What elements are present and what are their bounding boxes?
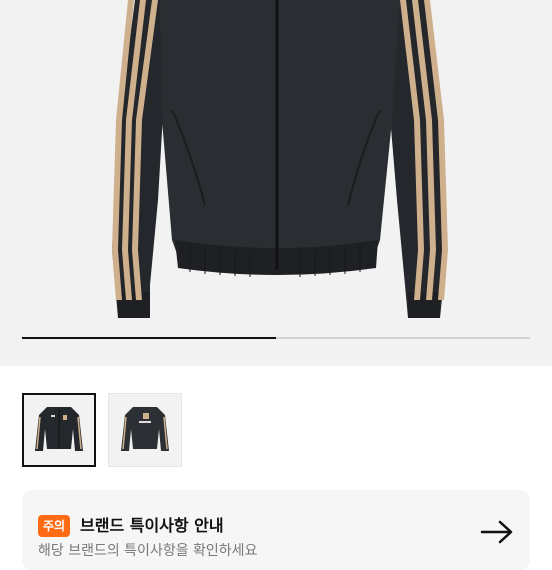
arrow-right-icon[interactable] xyxy=(480,520,514,544)
jacket-image xyxy=(112,0,448,318)
thumbnail-strip xyxy=(22,393,182,469)
carousel-progress xyxy=(22,337,530,339)
notice-title: 브랜드 특이사항 안내 xyxy=(80,516,224,535)
brand-notice-banner[interactable]: 주의 브랜드 특이사항 안내 해당 브랜드의 특이사항을 확인하세요 xyxy=(22,490,530,570)
product-image-area[interactable] xyxy=(0,0,552,366)
caution-badge: 주의 xyxy=(38,515,71,537)
jacket-back-thumbnail xyxy=(121,407,169,451)
notice-subtitle: 해당 브랜드의 특이사항을 확인하세요 xyxy=(38,543,258,559)
thumbnail-back[interactable] xyxy=(108,393,182,467)
jacket-front-thumbnail xyxy=(35,407,83,451)
thumbnail-front[interactable] xyxy=(22,393,96,467)
carousel-progress-fill xyxy=(22,337,276,339)
